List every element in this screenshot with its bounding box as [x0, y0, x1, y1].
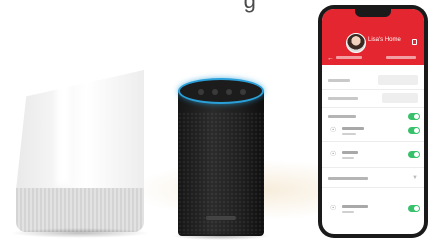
speaker-top-shell	[16, 70, 144, 190]
setting-label	[328, 97, 358, 100]
phone-notch	[355, 9, 391, 17]
device-status	[342, 211, 354, 213]
device-status	[342, 157, 354, 159]
lamp-icon: ☉	[330, 205, 337, 212]
section-toggle[interactable]	[408, 113, 420, 120]
section-title	[328, 115, 356, 118]
home-name: Lisa's Home	[368, 37, 401, 43]
heading-fragment: g	[243, 0, 257, 13]
product-hero: g Lisa's Home ← ☉ ☉ ▼ ☉	[0, 0, 435, 242]
device-name	[342, 205, 368, 208]
phone-screen: Lisa's Home ← ☉ ☉ ▼ ☉	[322, 9, 424, 234]
chevron-down-icon[interactable]: ▼	[412, 175, 418, 181]
device-status	[342, 133, 356, 135]
back-arrow-icon[interactable]: ←	[327, 55, 334, 62]
speaker-shadow	[172, 232, 270, 240]
speaker-button	[212, 89, 218, 95]
speaker-button	[240, 89, 246, 95]
smart-speaker-white	[10, 70, 150, 238]
device-name	[342, 151, 358, 154]
device-toggle[interactable]	[408, 127, 420, 134]
speaker-fabric-base	[16, 188, 144, 232]
device-toggle[interactable]	[408, 151, 420, 158]
setting-value[interactable]	[382, 93, 418, 103]
setting-label	[328, 79, 350, 82]
smart-speaker-black	[172, 78, 270, 240]
lamp-icon: ☉	[330, 127, 337, 134]
device-toggle[interactable]	[408, 205, 420, 212]
divider	[322, 167, 424, 168]
speaker-highlight	[56, 78, 70, 186]
header-subtitle	[336, 56, 362, 59]
speaker-shadow	[10, 228, 150, 238]
speaker-button	[198, 89, 204, 95]
light-ring	[178, 78, 264, 104]
setting-value[interactable]	[378, 75, 418, 85]
divider	[322, 89, 424, 90]
divider	[322, 107, 424, 108]
lamp-icon: ☉	[330, 151, 337, 158]
speaker-button	[226, 89, 232, 95]
divider	[322, 141, 424, 142]
speaker-logo	[206, 216, 236, 220]
device-name	[342, 127, 364, 130]
avatar[interactable]	[346, 33, 366, 53]
app-header: Lisa's Home ←	[322, 9, 424, 65]
door-icon[interactable]	[412, 39, 417, 45]
divider	[322, 187, 424, 188]
header-subtitle	[386, 56, 416, 59]
section-title	[328, 177, 368, 180]
smartphone: Lisa's Home ← ☉ ☉ ▼ ☉	[318, 5, 428, 238]
